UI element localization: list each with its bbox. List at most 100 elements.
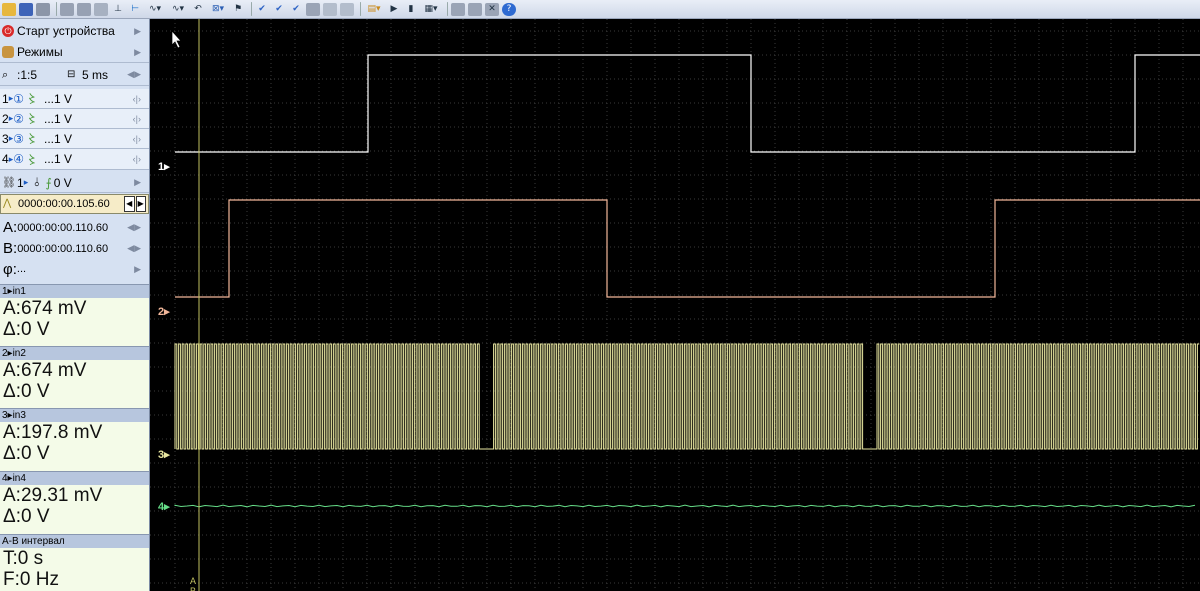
channel-3-marker[interactable]: 3▸ <box>158 449 170 461</box>
channel-circle-icon: ① <box>13 91 24 106</box>
meas-header-2: 2▸in2 <box>0 346 149 360</box>
modes-button[interactable]: Режимы ▶ <box>0 42 149 63</box>
page-icon[interactable] <box>306 2 320 16</box>
filter-dropdown-icon[interactable]: ⊠▾ <box>208 3 228 16</box>
signal2-dropdown-icon[interactable]: ∿▾ <box>168 3 188 16</box>
cursor-a-time: 0000:00:00.110.60 <box>17 221 109 234</box>
window2-icon[interactable] <box>468 2 482 16</box>
modes-label: Режимы <box>17 45 63 59</box>
cursor-a-row[interactable]: A: 0000:00:00.110.60 ◀▶ <box>0 217 149 238</box>
arrow-left-icon[interactable]: ◀ <box>124 196 135 212</box>
marker-icon[interactable]: ⊢ <box>128 3 142 16</box>
channel-row-1[interactable]: 1 ▸ ① 〻 ...1 V ‹|› <box>0 89 149 109</box>
channel-4-marker[interactable]: 4▸ <box>158 501 170 513</box>
cursor-a-label: A: <box>3 219 18 236</box>
toolbar-separator <box>360 2 361 16</box>
trigger-wave-icon: ⋀ <box>3 198 12 209</box>
arrow-right-icon[interactable]: ▶ <box>135 196 146 212</box>
channel-adjust-icon[interactable]: ‹|› <box>133 94 141 104</box>
undo-icon[interactable]: ↶ <box>191 3 205 16</box>
channel-scale: ...1 V <box>44 152 73 166</box>
meas-box-1: A:674 mV Δ:0 V <box>0 298 149 346</box>
check3-icon[interactable]: ✔ <box>289 3 303 16</box>
interval-f-value: F:0 Hz <box>3 569 59 590</box>
cursor-b-row[interactable]: B: 0000:00:00.110.60 ◀▶ <box>0 238 149 259</box>
cursor-b-adjust-icon[interactable]: ◀▶ <box>127 243 141 254</box>
meas-header-4: 4▸in4 <box>0 471 149 485</box>
meas-delta-value: Δ:0 V <box>3 506 50 527</box>
signal-dropdown-icon[interactable]: ∿▾ <box>145 3 165 16</box>
channel-number: 1 <box>2 91 9 106</box>
open-icon[interactable] <box>2 2 16 16</box>
copy-icon[interactable] <box>60 2 74 16</box>
print-icon[interactable] <box>36 2 50 16</box>
channel-adjust-icon[interactable]: ‹|› <box>133 154 141 164</box>
toolbar-separator <box>56 2 57 16</box>
channel-row-4[interactable]: 4 ▸ ④ 〻 ...1 V ‹|› <box>0 149 149 170</box>
channel-circle-icon: ③ <box>13 131 24 146</box>
channel-scale: ...1 V <box>44 91 73 106</box>
meas-a-value: A:674 mV <box>3 360 87 381</box>
toolbar-separator <box>447 2 448 16</box>
flag-icon[interactable]: ⚑ <box>231 3 245 16</box>
channel-adjust-icon[interactable]: ‹|› <box>133 114 141 124</box>
trigger-channel: 1 <box>17 175 24 190</box>
oscilloscope-display[interactable]: A B 1▸ 2▸ 3▸ 4▸ <box>150 19 1200 591</box>
meas-delta-value: Δ:0 V <box>3 381 50 402</box>
meas-box-2: A:674 mV Δ:0 V <box>0 360 149 408</box>
copy2-icon[interactable] <box>77 2 91 16</box>
export-icon[interactable] <box>94 2 108 16</box>
cursor-icon[interactable]: ⊥ <box>111 3 125 16</box>
chevron-right-icon: ▶ <box>134 25 141 36</box>
trigger-row[interactable]: ⛓ 1 ▸ ⫰ ⨍ 0 V ▶ <box>0 173 149 193</box>
close-window-icon[interactable]: ✕ <box>485 2 499 16</box>
meas-a-value: A:674 mV <box>3 298 87 319</box>
check-icon[interactable]: ✔ <box>255 3 269 16</box>
meas-delta-value: Δ:0 V <box>3 319 50 340</box>
open-dropdown-icon[interactable]: ▤▾ <box>364 3 384 16</box>
power-icon: ⏻ <box>2 25 14 37</box>
trigger-time-arrows[interactable]: ◀ ▶ <box>124 196 146 212</box>
trigger-edge-icon: ⫰ <box>34 175 40 189</box>
trigger-time-row[interactable]: ⋀ 0000:00:00.105.60 ◀ ▶ <box>0 194 149 214</box>
coupling-icon: 〻 <box>25 132 38 146</box>
channel-2-marker[interactable]: 2▸ <box>158 306 170 318</box>
phase-row[interactable]: φ: ... ▶ <box>0 259 149 279</box>
channel-adjust-icon[interactable]: ‹|› <box>133 134 141 144</box>
play-icon[interactable]: ▶ <box>387 3 401 16</box>
save-icon[interactable] <box>19 2 33 16</box>
cursor-a-adjust-icon[interactable]: ◀▶ <box>127 222 141 233</box>
step-icon[interactable]: ▮ <box>404 3 418 16</box>
channel-scale: ...1 V <box>44 131 73 146</box>
side-panel: ⏻ Старт устройства ▶ Режимы ▶ ⌕ :1:5 ⊟ 5… <box>0 19 150 591</box>
chevron-down-icon: ◀▶ <box>127 69 141 79</box>
channel-row-2[interactable]: 2 ▸ ② 〻 ...1 V ‹|› <box>0 109 149 129</box>
phase-value: ... <box>16 263 27 275</box>
modes-icon <box>2 46 14 58</box>
meas-delta-value: Δ:0 V <box>3 443 50 464</box>
interval-box: T:0 s F:0 Hz <box>0 548 149 591</box>
channel-circle-icon: ② <box>13 111 24 126</box>
scope-canvas[interactable]: A B 1▸ 2▸ 3▸ 4▸ <box>150 19 1200 591</box>
interval-header: A-B интервал <box>0 534 149 548</box>
zoom-row[interactable]: ⌕ :1:5 ⊟ 5 ms ◀▶ <box>0 64 149 86</box>
zoom-icon[interactable] <box>340 2 354 16</box>
check2-icon[interactable]: ✔ <box>272 3 286 16</box>
zoom-value: :1:5 <box>17 67 38 82</box>
channel-row-3[interactable]: 3 ▸ ③ 〻 ...1 V ‹|› <box>0 129 149 149</box>
toolbar-separator <box>251 2 252 16</box>
trigger-arrow-icon: ▸ <box>23 177 29 187</box>
cursor-b-marker[interactable]: B <box>190 586 196 591</box>
chevron-right-icon: ▶ <box>134 177 141 187</box>
zoom-fit-icon[interactable] <box>323 2 337 16</box>
interval-t-value: T:0 s <box>3 548 44 569</box>
memory-dropdown-icon[interactable]: ▦▾ <box>421 3 441 16</box>
help-icon[interactable]: ? <box>502 2 516 16</box>
start-device-button[interactable]: ⏻ Старт устройства ▶ <box>0 21 149 41</box>
window-icon[interactable] <box>451 2 465 16</box>
trigger-level: 0 V <box>53 175 72 190</box>
cursor-a-marker[interactable]: A <box>190 576 196 586</box>
cursor-b-label: B: <box>3 240 18 257</box>
trigger-time: 0000:00:00.105.60 <box>18 198 110 210</box>
channel-1-marker[interactable]: 1▸ <box>158 161 170 173</box>
